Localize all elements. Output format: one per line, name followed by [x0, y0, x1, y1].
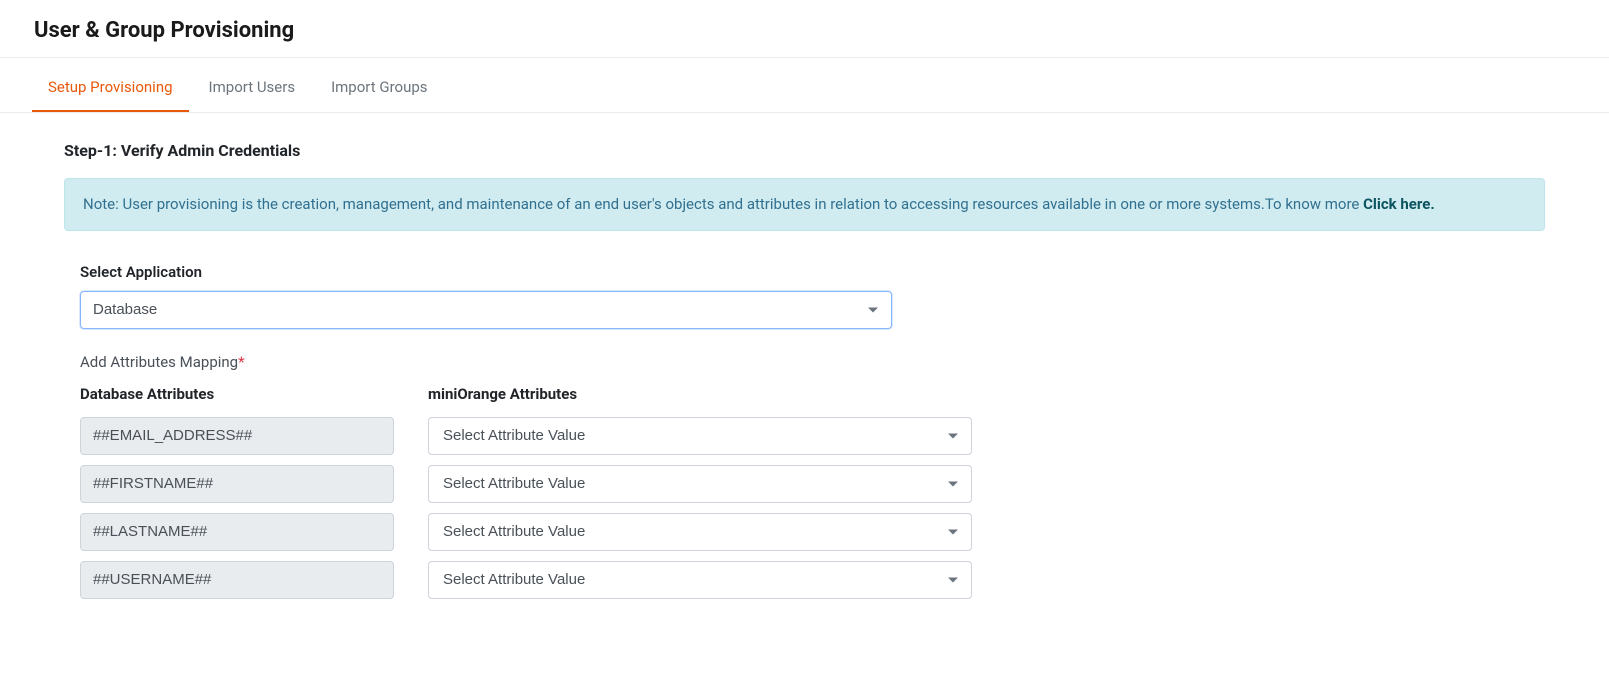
mo-attr-wrapper-0: Select Attribute Value	[428, 417, 972, 455]
mo-attr-wrapper-2: Select Attribute Value	[428, 513, 972, 551]
tab-import-groups[interactable]: Import Groups	[315, 58, 443, 112]
db-attributes-header: Database Attributes	[80, 385, 394, 403]
mo-attributes-header: miniOrange Attributes	[428, 385, 972, 403]
db-attr-input-3[interactable]	[80, 561, 394, 599]
select-application-label: Select Application	[80, 263, 1545, 281]
mo-attr-select-3[interactable]: Select Attribute Value	[428, 561, 972, 599]
select-application-dropdown[interactable]: Database	[80, 291, 892, 329]
mo-attr-select-2[interactable]: Select Attribute Value	[428, 513, 972, 551]
step-title: Step-1: Verify Admin Credentials	[64, 141, 1545, 160]
mo-attributes-column: miniOrange Attributes Select Attribute V…	[428, 385, 972, 609]
mo-attr-wrapper-1: Select Attribute Value	[428, 465, 972, 503]
required-asterisk: *	[238, 353, 244, 371]
tab-import-users[interactable]: Import Users	[193, 58, 312, 112]
db-attr-input-0[interactable]	[80, 417, 394, 455]
attributes-mapping-group: Add Attributes Mapping* Database Attribu…	[64, 353, 1545, 609]
mo-attr-select-0[interactable]: Select Attribute Value	[428, 417, 972, 455]
db-attr-input-1[interactable]	[80, 465, 394, 503]
mo-attr-select-1[interactable]: Select Attribute Value	[428, 465, 972, 503]
note-text: Note: User provisioning is the creation,…	[83, 195, 1363, 213]
note-link[interactable]: Click here.	[1363, 195, 1435, 213]
db-attr-input-2[interactable]	[80, 513, 394, 551]
tabs-bar: Setup Provisioning Import Users Import G…	[0, 58, 1609, 113]
add-attributes-text: Add Attributes Mapping	[80, 353, 238, 371]
add-attributes-label: Add Attributes Mapping*	[80, 353, 1545, 371]
select-application-group: Select Application Database	[64, 263, 1545, 329]
tab-setup-provisioning[interactable]: Setup Provisioning	[32, 58, 189, 112]
db-attributes-column: Database Attributes	[80, 385, 394, 609]
content-area: Step-1: Verify Admin Credentials Note: U…	[0, 113, 1609, 661]
info-note: Note: User provisioning is the creation,…	[64, 178, 1545, 231]
page-title: User & Group Provisioning	[0, 0, 1609, 58]
select-application-wrapper: Database	[80, 291, 892, 329]
mo-attr-wrapper-3: Select Attribute Value	[428, 561, 972, 599]
mapping-columns: Database Attributes miniOrange Attribute…	[80, 385, 1545, 609]
